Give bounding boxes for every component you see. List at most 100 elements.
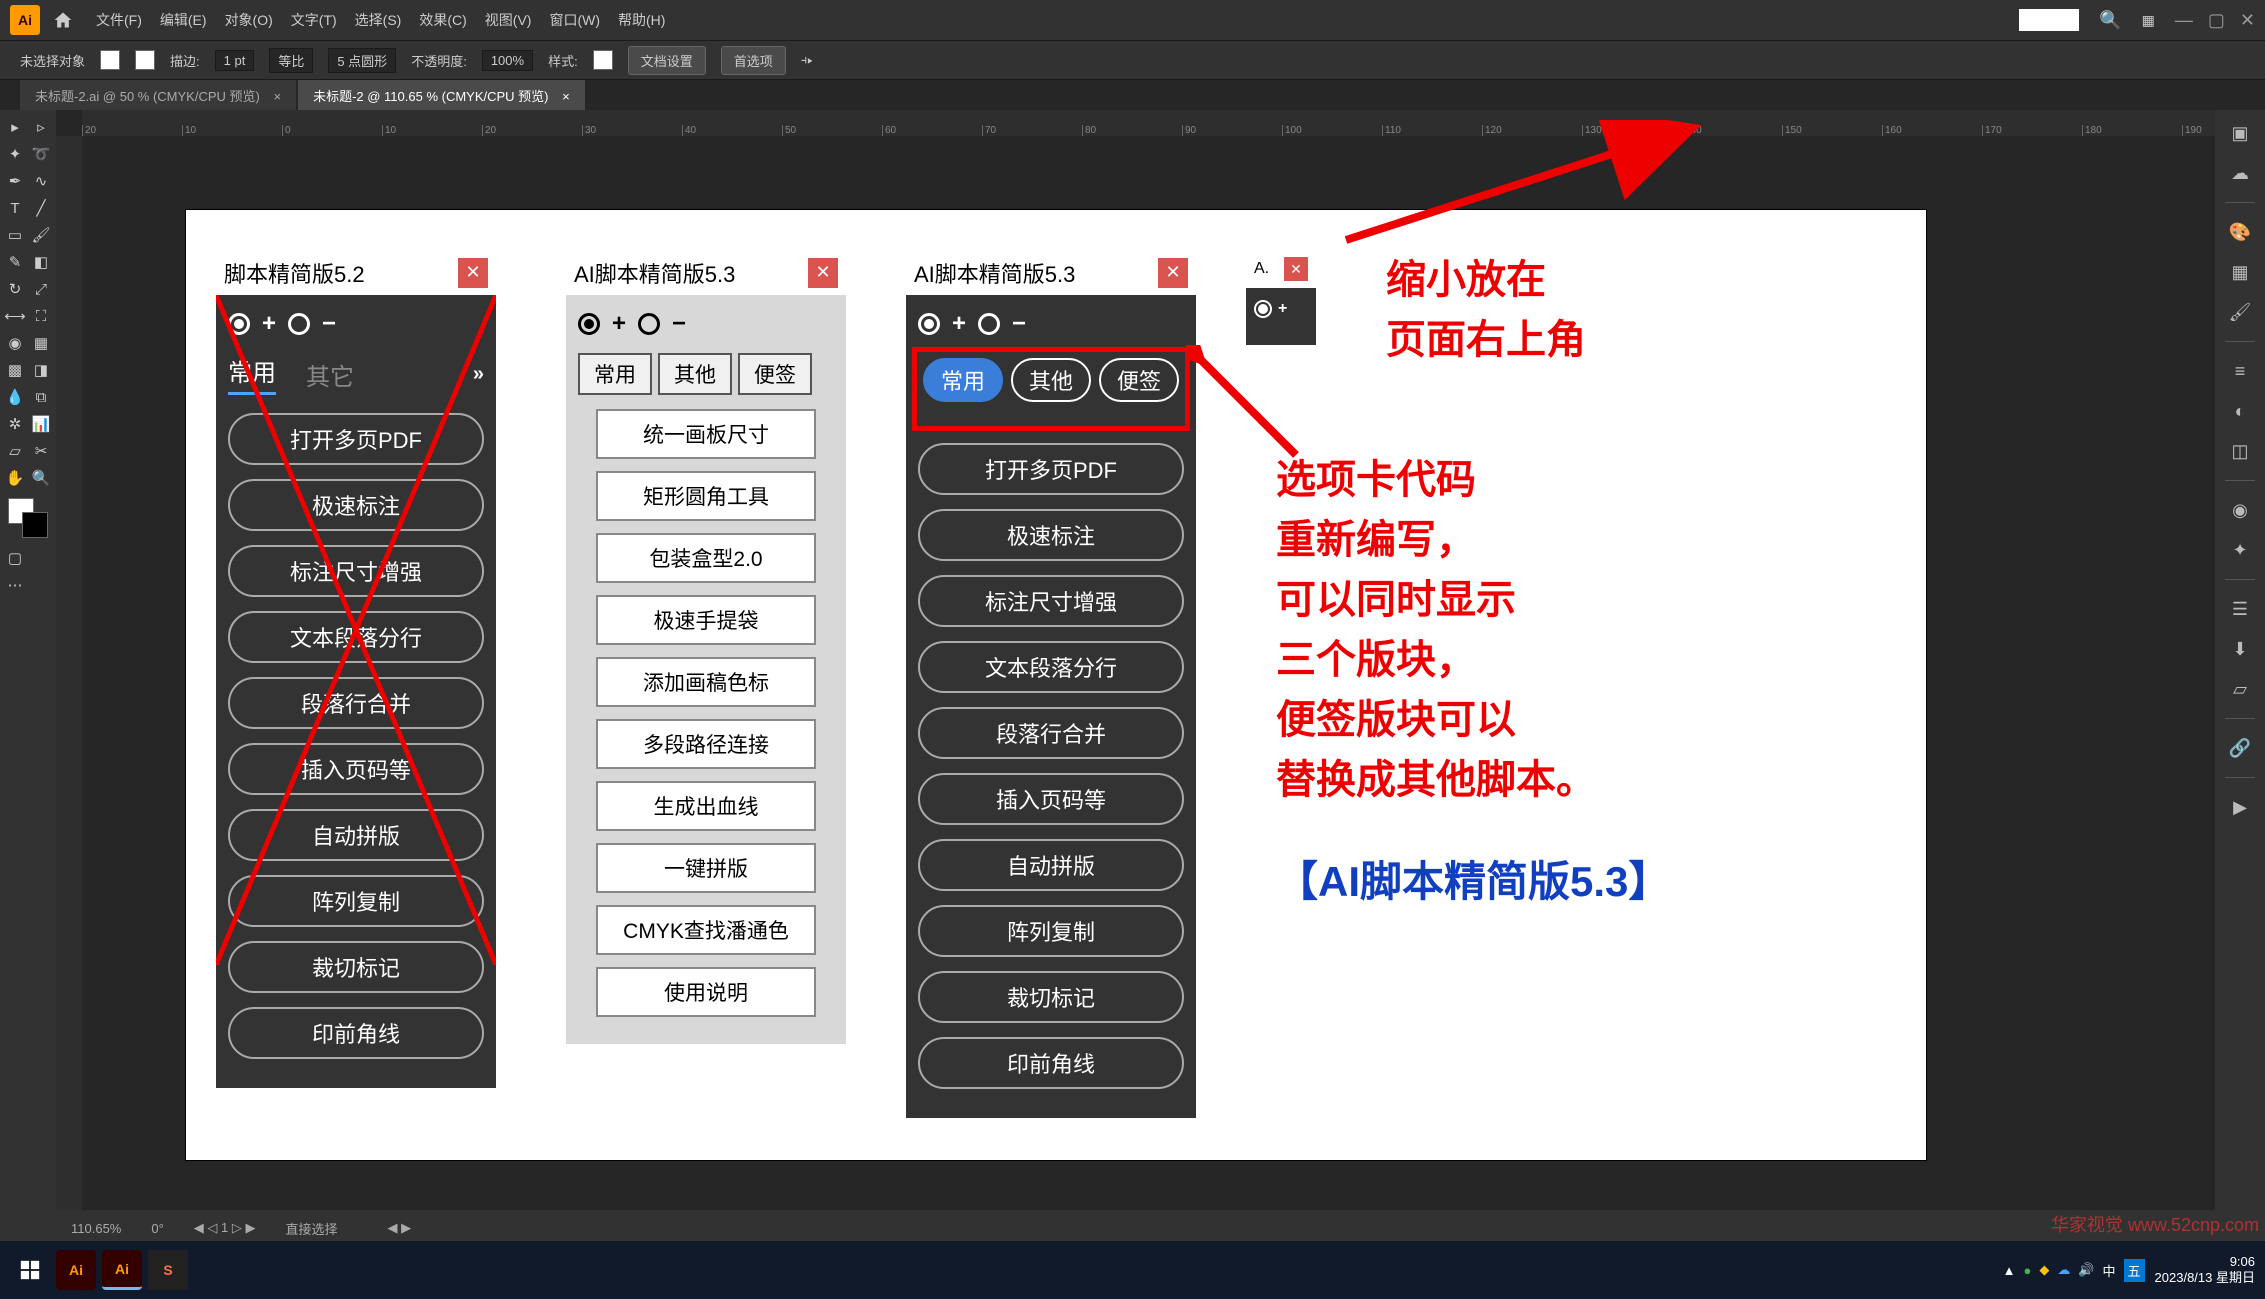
free-transform-tool-icon[interactable]: ⛶ [28, 303, 54, 329]
script-button[interactable]: 印前角线 [918, 1037, 1184, 1089]
tray-volume-icon[interactable]: 🔊 [2078, 1262, 2094, 1278]
win-close-icon[interactable]: ✕ [2240, 10, 2255, 31]
asset-export-panel-icon[interactable]: ⬇ [2225, 634, 2255, 664]
script-button[interactable]: 打开多页PDF [918, 443, 1184, 495]
tab-other[interactable]: 其他 [658, 353, 732, 395]
align-icon[interactable]: ⫞▸ [801, 52, 813, 68]
win-minimize-icon[interactable]: — [2175, 10, 2193, 31]
menu-effect[interactable]: 效果(C) [419, 10, 466, 30]
script-button[interactable]: 添加画稿色标 [596, 657, 816, 707]
blend-tool-icon[interactable]: ⧉ [28, 384, 54, 410]
perspective-tool-icon[interactable]: ▦ [28, 330, 54, 356]
doc-tab-2[interactable]: 未标题-2 @ 110.65 % (CMYK/CPU 预览) × [298, 80, 585, 111]
tab-notes[interactable]: 便签 [1099, 358, 1179, 402]
rotate-angle[interactable]: 0° [151, 1221, 163, 1236]
menu-edit[interactable]: 编辑(E) [160, 10, 207, 30]
system-tray[interactable]: ▲ ● ◆ ☁ 🔊 中 五 [2003, 1259, 2145, 1282]
zoom-level[interactable]: 110.65% [71, 1221, 121, 1236]
canvas[interactable]: 2010010203040506070809010011012013014015… [56, 110, 2215, 1210]
script-button[interactable]: 插入页码等 [228, 743, 484, 795]
links-panel-icon[interactable]: 🔗 [2225, 733, 2255, 763]
tray-icon[interactable]: ☁ [2057, 1262, 2070, 1278]
script-button[interactable]: 阵列复制 [228, 875, 484, 927]
graph-tool-icon[interactable]: 📊 [28, 411, 54, 437]
graphic-styles-panel-icon[interactable]: ✦ [2225, 535, 2255, 565]
rotate-tool-icon[interactable]: ↻ [2, 276, 28, 302]
color-picker[interactable] [8, 498, 48, 538]
script-button[interactable]: 极速手提袋 [596, 595, 816, 645]
brush-tool-icon[interactable]: 🖌 [28, 222, 54, 248]
libraries-panel-icon[interactable]: ☁ [2225, 158, 2255, 188]
top-search-box[interactable] [2019, 9, 2079, 31]
curvature-tool-icon[interactable]: ∿ [28, 168, 54, 194]
rect-tool-icon[interactable]: ▭ [2, 222, 28, 248]
edit-toolbar-icon[interactable]: ⋯ [2, 572, 28, 598]
properties-panel-icon[interactable]: ▣ [2225, 118, 2255, 148]
brushes-panel-icon[interactable]: 🖌 [2225, 297, 2255, 327]
script-button[interactable]: 自动拼版 [918, 839, 1184, 891]
tab-common[interactable]: 常用 [228, 353, 276, 395]
tab-other[interactable]: 其他 [1011, 358, 1091, 402]
direct-select-tool-icon[interactable]: ▹ [28, 114, 54, 140]
artboards-panel-icon[interactable]: ▱ [2225, 674, 2255, 704]
script-button[interactable]: 矩形圆角工具 [596, 471, 816, 521]
taskbar-ai-icon-active[interactable]: Ai [102, 1250, 142, 1290]
radio-on-icon[interactable] [228, 313, 250, 335]
more-icon[interactable]: » [473, 363, 484, 386]
script-button[interactable]: 极速标注 [918, 509, 1184, 561]
gradient-tool-icon[interactable]: ◨ [28, 357, 54, 383]
tab-other[interactable]: 其它 [306, 357, 354, 392]
menu-window[interactable]: 窗口(W) [549, 10, 600, 30]
arrange-docs-icon[interactable]: ▦ [2142, 12, 2155, 29]
script-button[interactable]: 段落行合并 [228, 677, 484, 729]
scale-tool-icon[interactable]: ⤢ [28, 276, 54, 302]
artboard-tool-icon[interactable]: ▱ [2, 438, 28, 464]
close-icon[interactable]: ✕ [458, 258, 488, 288]
transparency-panel-icon[interactable]: ◫ [2225, 436, 2255, 466]
script-button[interactable]: 使用说明 [596, 967, 816, 1017]
eraser-tool-icon[interactable]: ◧ [28, 249, 54, 275]
prefs-button[interactable]: 首选项 [721, 46, 786, 75]
lasso-tool-icon[interactable]: ➰ [28, 141, 54, 167]
taskbar-clock[interactable]: 9:06 2023/8/13 星期日 [2155, 1254, 2255, 1285]
mesh-tool-icon[interactable]: ▩ [2, 357, 28, 383]
close-tab-icon[interactable]: × [562, 89, 570, 104]
radio-on-icon[interactable] [918, 313, 940, 335]
script-button[interactable]: 段落行合并 [918, 707, 1184, 759]
script-button[interactable]: 多段路径连接 [596, 719, 816, 769]
close-icon[interactable]: ✕ [808, 258, 838, 288]
tray-ime-icon[interactable]: 中 [2103, 1261, 2116, 1280]
doc-setup-button[interactable]: 文档设置 [628, 46, 706, 75]
radio-off-icon[interactable] [638, 313, 660, 335]
script-button[interactable]: 标注尺寸增强 [918, 575, 1184, 627]
tray-icon[interactable]: ▲ [2003, 1263, 2016, 1278]
brush-dropdown[interactable]: 5 点圆形 [328, 48, 396, 73]
script-button[interactable]: 文本段落分行 [918, 641, 1184, 693]
menu-type[interactable]: 文字(T) [291, 10, 337, 30]
type-tool-icon[interactable]: T [2, 195, 28, 221]
close-tab-icon[interactable]: × [273, 89, 281, 104]
radio-on-icon[interactable] [1254, 300, 1272, 318]
tab-notes[interactable]: 便签 [738, 353, 812, 395]
script-button[interactable]: 标注尺寸增强 [228, 545, 484, 597]
start-button-icon[interactable] [10, 1250, 50, 1290]
script-button[interactable]: 生成出血线 [596, 781, 816, 831]
eyedropper-tool-icon[interactable]: 💧 [2, 384, 28, 410]
menu-file[interactable]: 文件(F) [96, 10, 142, 30]
close-icon[interactable]: ✕ [1284, 257, 1308, 281]
play-icon[interactable]: ▶ [2225, 792, 2255, 822]
pen-tool-icon[interactable]: ✒ [2, 168, 28, 194]
radio-off-icon[interactable] [978, 313, 1000, 335]
zoom-tool-icon[interactable]: 🔍 [28, 465, 54, 491]
layers-panel-icon[interactable]: ☰ [2225, 594, 2255, 624]
win-maximize-icon[interactable]: ▢ [2208, 10, 2225, 31]
tab-common[interactable]: 常用 [578, 353, 652, 395]
close-icon[interactable]: ✕ [1158, 258, 1188, 288]
tray-ime-icon[interactable]: 五 [2124, 1259, 2145, 1282]
fill-swatch[interactable] [100, 50, 120, 70]
taskbar-ai-icon[interactable]: Ai [56, 1250, 96, 1290]
opacity-field[interactable]: 100% [482, 50, 533, 71]
uniform-dropdown[interactable]: 等比 [269, 48, 313, 73]
script-button[interactable]: 印前角线 [228, 1007, 484, 1059]
hand-tool-icon[interactable]: ✋ [2, 465, 28, 491]
